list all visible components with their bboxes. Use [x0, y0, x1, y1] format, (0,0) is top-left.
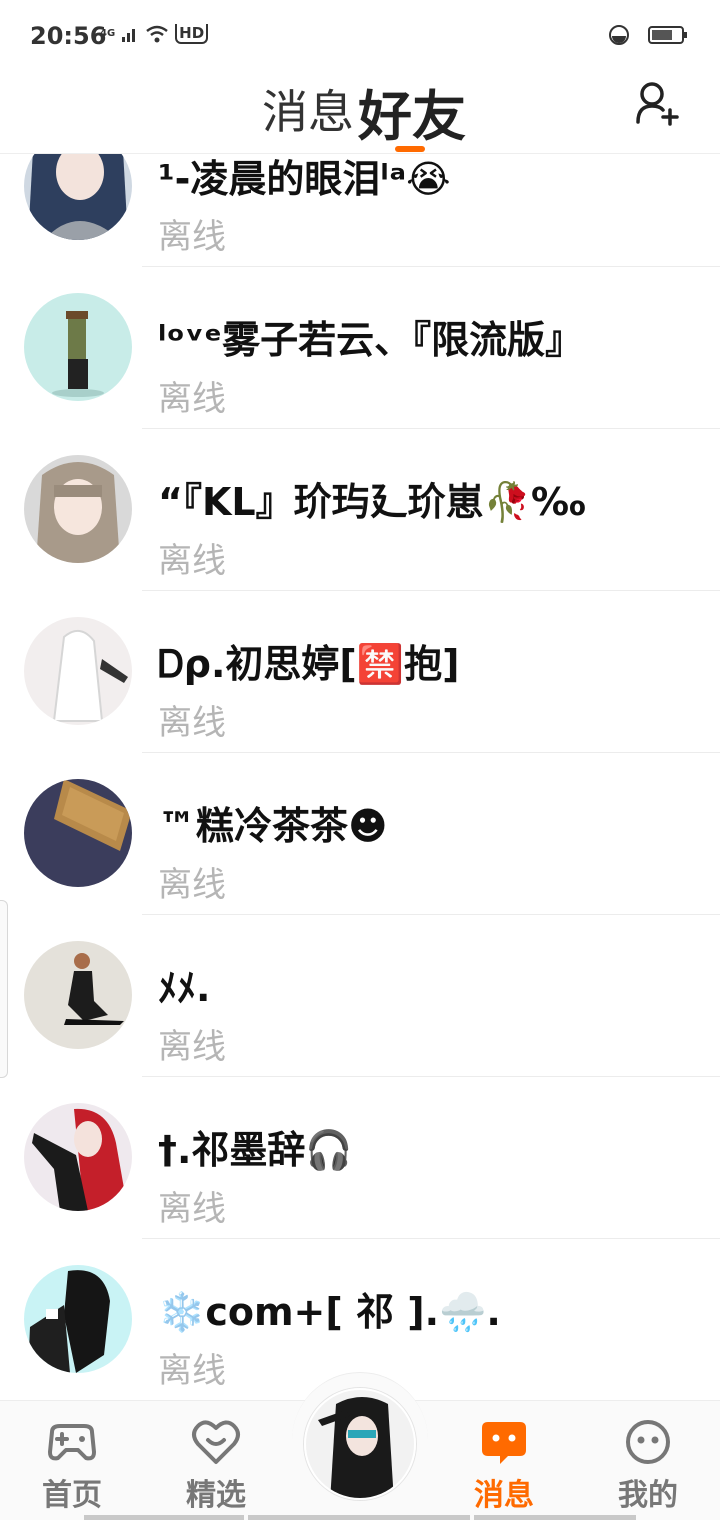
wifi-icon: [146, 25, 168, 43]
nav-label: 精选: [186, 1478, 246, 1513]
avatar: [24, 779, 132, 887]
nav-label: 我的: [618, 1478, 678, 1513]
avatar: [24, 1265, 132, 1373]
heart-chat-icon: [192, 1420, 240, 1464]
friend-status: 离线: [158, 1351, 226, 1391]
friend-status: 离线: [158, 217, 226, 257]
nav-label: 首页: [42, 1478, 102, 1513]
friend-row[interactable]: ﾒﾒ. 离线: [0, 915, 720, 1077]
friend-status: 离线: [158, 1027, 226, 1067]
friend-name: ™糕冷茶茶☻: [158, 804, 388, 848]
gamepad-icon: [48, 1424, 96, 1461]
friend-status: 离线: [158, 865, 226, 905]
friend-row[interactable]: ¹-凌晨的眼泪ˡᵃ😭 离线: [0, 154, 720, 267]
nav-underline: [248, 1515, 470, 1520]
signal-icon: [122, 29, 136, 42]
friend-status: 离线: [158, 379, 226, 419]
friend-row[interactable]: ˡᵒᵛᵉ雾子若云、『限流版』 离线: [0, 267, 720, 429]
friend-status: 离线: [158, 1189, 226, 1229]
avatar: [24, 941, 132, 1049]
avatar: [24, 154, 132, 240]
friend-name: ¹-凌晨的眼泪ˡᵃ😭: [158, 157, 451, 201]
friend-name: ❄️com+[ 祁 ].🌧️.: [158, 1290, 501, 1334]
tab-friends[interactable]: 好友: [358, 72, 466, 151]
friend-name: Ꭰρ.初思婷[🈲抱]: [158, 642, 460, 686]
hd-icon: HD: [175, 24, 209, 44]
header: 消息 好友: [0, 70, 720, 154]
avatar: [24, 1103, 132, 1211]
nav-profile[interactable]: 我的: [598, 1418, 698, 1518]
battery-icon: [648, 26, 687, 44]
status-bar: 20:56 4G HD: [0, 0, 720, 70]
status-icons-right: [608, 24, 688, 46]
nav-underline: [474, 1515, 636, 1520]
friend-list: ¹-凌晨的眼泪ˡᵃ😭 离线 ˡᵒᵛᵉ雾子若云、『限流版』 离线 “『KL』玠玙廴…: [0, 154, 720, 1400]
friend-row[interactable]: Ꭰρ.初思婷[🈲抱] 离线: [0, 591, 720, 753]
avatar: [24, 293, 132, 401]
friend-name: †.祁墨辞🎧: [158, 1128, 353, 1172]
status-icons: 4G HD: [100, 24, 209, 44]
network-type: 4G: [100, 28, 116, 39]
friend-name: ˡᵒᵛᵉ雾子若云、『限流版』: [158, 318, 584, 362]
avatar: [24, 617, 132, 725]
friend-status: 离线: [158, 541, 226, 581]
tab-indicator: [395, 146, 425, 152]
nav-center-avatar[interactable]: [304, 1388, 416, 1500]
nav-featured[interactable]: 精选: [166, 1418, 266, 1518]
friend-row[interactable]: †.祁墨辞🎧 离线: [0, 1077, 720, 1239]
friend-row[interactable]: “『KL』玠玙廴玠崽🥀‰ 离线: [0, 429, 720, 591]
do-not-disturb-icon: [609, 25, 629, 45]
friend-name: ﾒﾒ.: [158, 966, 211, 1010]
tab-messages[interactable]: 消息: [262, 76, 354, 142]
add-friend-icon[interactable]: [634, 80, 680, 126]
friend-row[interactable]: ™糕冷茶茶☻ 离线: [0, 753, 720, 915]
friend-status: 离线: [158, 703, 226, 743]
side-drawer-handle[interactable]: [0, 900, 8, 1078]
nav-underline: [84, 1515, 244, 1520]
face-icon: [626, 1420, 670, 1464]
message-icon: [482, 1422, 526, 1464]
status-time: 20:56: [30, 22, 107, 50]
avatar: [24, 455, 132, 563]
nav-label: 消息: [474, 1478, 534, 1513]
nav-home[interactable]: 首页: [22, 1418, 122, 1518]
nav-messages[interactable]: 消息: [454, 1418, 554, 1518]
friend-name: “『KL』玠玙廴玠崽🥀‰: [158, 480, 586, 524]
